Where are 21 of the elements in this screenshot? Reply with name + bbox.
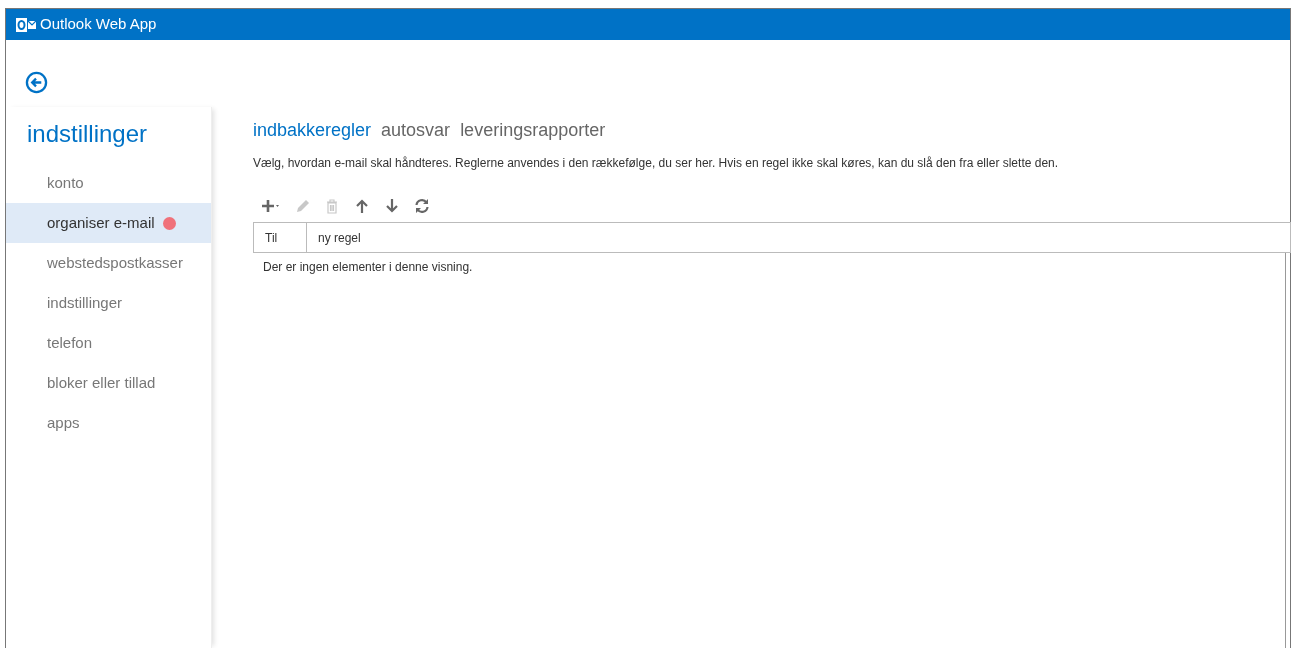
sidebar-item[interactable]: indstillinger <box>6 283 211 323</box>
sidebar-item[interactable]: konto <box>6 163 211 203</box>
tab[interactable]: indbakkeregler <box>253 117 372 144</box>
column-header[interactable]: Til <box>254 223 307 252</box>
sidebar-item[interactable]: telefon <box>6 323 211 363</box>
sidebar-item[interactable]: apps <box>6 403 211 443</box>
sidebar-title: indstillinger <box>26 119 149 149</box>
app-title: Outlook Web App <box>40 14 157 35</box>
tab[interactable]: autosvar <box>381 117 451 144</box>
column-header[interactable]: ny regel <box>307 223 1290 252</box>
tab[interactable]: leveringsrapporter <box>460 117 606 144</box>
description-text: Vælg, hvordan e-mail skal håndteres. Reglerne anvendes i den rækkefølge, du ser her. Hvis en regel ikke skal køres, kan du slå den fra eller slette den. <box>253 155 1060 172</box>
down-arrow-icon[interactable] <box>383 197 401 215</box>
outlook-logo-icon <box>16 17 36 32</box>
back-icon[interactable] <box>25 71 48 94</box>
sidebar-item[interactable]: organiser e-mail <box>6 203 211 243</box>
sidebar-item[interactable]: bloker eller tillad <box>6 363 211 403</box>
empty-message: Der er ingen elementer i denne visning. <box>262 259 473 276</box>
add-icon[interactable] <box>259 197 281 215</box>
sidebar-item[interactable]: webstedspostkasser <box>6 243 211 283</box>
refresh-icon[interactable] <box>413 197 431 215</box>
